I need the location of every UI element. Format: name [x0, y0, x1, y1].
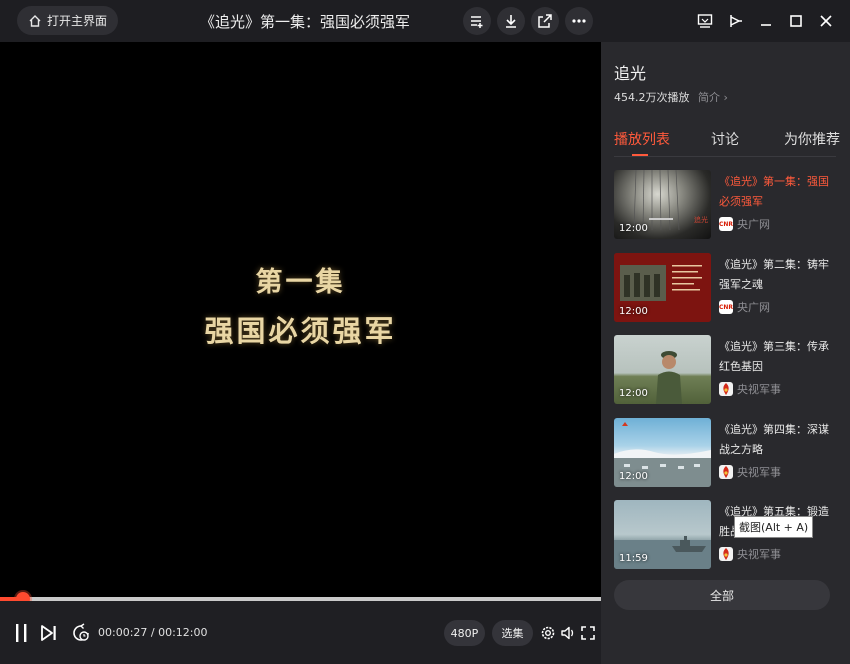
playback-mode-button[interactable]: [70, 622, 92, 644]
home-icon: [29, 14, 41, 27]
screenshot-tooltip: 截图(Alt + A): [734, 516, 814, 538]
intro-label: 简介: [698, 91, 720, 104]
pause-button[interactable]: [10, 621, 32, 645]
video-player[interactable]: 第一集 强国必须强军: [0, 42, 601, 597]
maximize-button[interactable]: [784, 9, 808, 33]
cctv-military-logo-icon: [719, 382, 733, 396]
timer-loop-icon: [73, 623, 89, 641]
screen-cast-icon: [697, 14, 713, 28]
maximize-icon: [790, 15, 802, 27]
svg-text:追光: 追光: [694, 215, 708, 224]
pin-icon: [730, 15, 742, 27]
quality-button[interactable]: 480P: [444, 620, 485, 646]
close-button[interactable]: [814, 9, 838, 33]
cnr-logo-icon: CNR: [719, 217, 733, 231]
episode-duration: 12:00: [619, 223, 648, 234]
episode-source-name: 央视军事: [737, 383, 781, 396]
tab-recommended[interactable]: 为你推荐: [784, 129, 840, 149]
episode-duration: 12:00: [619, 471, 648, 482]
episode-source: 央视军事: [719, 546, 781, 562]
video-caption-title: 强国必须强军: [204, 314, 397, 348]
episode-source-name: 央视军事: [737, 548, 781, 561]
episode-source: CNR 央广网: [719, 216, 770, 232]
cctv-military-logo-icon: [719, 547, 733, 561]
gear-icon: [541, 626, 555, 640]
all-episodes-button[interactable]: 全部: [614, 580, 830, 610]
pin-button[interactable]: [723, 9, 747, 33]
episode-item-2[interactable]: 12:00 《追光》第二集：铸牢强军之魂 CNR 央广网: [614, 253, 839, 323]
playlist-add-button[interactable]: [463, 7, 491, 35]
episode-thumbnail: 12:00: [614, 418, 711, 487]
close-icon: [820, 15, 832, 27]
pause-icon: [16, 624, 27, 642]
episode-source: 央视军事: [719, 381, 781, 397]
chevron-right-icon: ›: [723, 91, 728, 104]
fullscreen-icon: [581, 626, 595, 640]
tab-discussion[interactable]: 讨论: [711, 129, 739, 149]
episode-thumbnail: 12:00: [614, 253, 711, 322]
tab-playlist[interactable]: 播放列表: [614, 129, 670, 149]
cnr-logo-icon: CNR: [719, 300, 733, 314]
episode-title: 《追光》第四集：深谋战之方略: [719, 423, 829, 456]
episode-thumbnail: 11:59: [614, 500, 711, 569]
open-main-button[interactable]: 打开主界面: [17, 6, 118, 35]
show-title: 追光: [614, 64, 647, 83]
cctv-military-logo-icon: [719, 465, 733, 479]
episode-duration: 12:00: [619, 306, 648, 317]
share-button[interactable]: [531, 7, 559, 35]
more-icon: [572, 19, 586, 23]
open-main-label: 打开主界面: [46, 14, 107, 28]
next-icon: [41, 625, 56, 641]
episode-source-name: 央视军事: [737, 466, 781, 479]
screen-cast-button[interactable]: [693, 9, 717, 33]
episode-source: CNR 央广网: [719, 299, 770, 315]
time-display: 00:00:27 / 00:12:00: [98, 626, 208, 639]
episode-item-1[interactable]: 追光 12:00 《追光》第一集：强国必须强军 CNR 央广网: [614, 170, 839, 240]
episode-duration: 11:59: [619, 553, 648, 564]
tab-divider: [614, 156, 836, 157]
episode-title: 《追光》第一集：强国必须强军: [719, 175, 829, 208]
download-button[interactable]: [497, 7, 525, 35]
episode-thumbnail: 追光 12:00: [614, 170, 711, 239]
episode-title: 《追光》第三集：传承红色基因: [719, 340, 829, 373]
volume-icon: [561, 626, 574, 640]
play-count: 454.2万次播放: [614, 91, 690, 104]
episode-item-4[interactable]: 12:00 《追光》第四集：深谋战之方略 央视军事: [614, 418, 839, 488]
download-icon: [506, 15, 516, 28]
fullscreen-button[interactable]: [579, 623, 597, 643]
episode-source: 央视军事: [719, 464, 781, 480]
episode-source-name: 央广网: [737, 218, 770, 231]
control-bar: 00:00:27 / 00:12:00 480P 选集: [0, 601, 601, 664]
share-icon: [538, 14, 552, 28]
settings-button[interactable]: [539, 623, 557, 643]
intro-link[interactable]: 简介 ›: [698, 89, 728, 105]
minimize-icon: [761, 24, 771, 26]
episode-title: 《追光》第二集：铸牢强军之魂: [719, 258, 829, 291]
playlist-add-icon: [471, 16, 483, 28]
episodes-button[interactable]: 选集: [492, 620, 533, 646]
title-bar: 打开主界面 《追光》第一集：强国必须强军: [0, 0, 850, 42]
episode-thumbnail: 12:00: [614, 335, 711, 404]
more-button[interactable]: [565, 7, 593, 35]
episode-item-3[interactable]: 12:00 《追光》第三集：传承红色基因 央视军事: [614, 335, 839, 405]
minimize-button[interactable]: [754, 9, 778, 33]
episode-duration: 12:00: [619, 388, 648, 399]
tab-active-indicator: [632, 154, 648, 156]
volume-button[interactable]: [559, 623, 577, 643]
window-title: 《追光》第一集：强国必须强军: [199, 13, 410, 31]
next-button[interactable]: [39, 622, 59, 644]
episode-source-name: 央广网: [737, 301, 770, 314]
sidebar: 追光 454.2万次播放 简介 › 播放列表 讨论 为你推荐 追光 12:00 …: [601, 42, 850, 664]
video-caption-episode: 第一集: [255, 267, 346, 298]
